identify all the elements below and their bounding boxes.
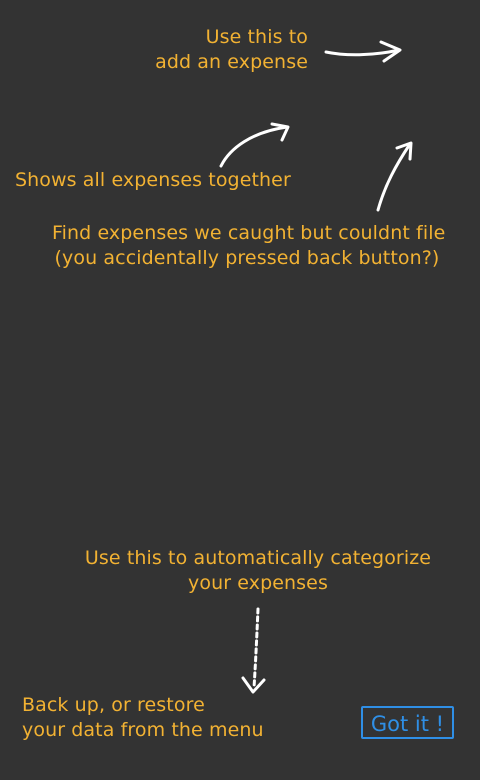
categorize-hint: Use this to automatically categorize you… — [82, 546, 434, 596]
backup-hint-line1: Back up, or restore — [22, 694, 205, 716]
all-expenses-hint: Shows all expenses together — [15, 168, 291, 193]
unfiled-expenses-hint-line2: (you accidentally pressed back button?) — [54, 247, 440, 269]
add-expense-hint: Use this to add an expense — [150, 25, 308, 75]
add-expense-hint-line1: Use this to — [205, 26, 308, 48]
backup-hint: Back up, or restore your data from the m… — [22, 693, 264, 743]
add-expense-arrow — [324, 40, 402, 63]
unfiled-expenses-arrow — [376, 141, 413, 212]
unfiled-expenses-hint: Find expenses we caught but couldnt file… — [52, 221, 446, 271]
categorize-arrow — [241, 607, 266, 694]
backup-hint-line2: your data from the menu — [22, 719, 264, 741]
got-it-button[interactable]: Got it ! — [361, 706, 454, 739]
arrow-right-icon — [219, 40, 413, 694]
categorize-hint-line2: your expenses — [188, 572, 328, 594]
categorize-hint-line1: Use this to automatically categorize — [84, 547, 432, 569]
add-expense-hint-line2: add an expense — [155, 51, 308, 73]
unfiled-expenses-hint-line1: Find expenses we caught but couldnt file — [52, 222, 446, 244]
all-expenses-hint-line1: Shows all expenses together — [15, 169, 291, 191]
all-expenses-arrow — [219, 122, 290, 168]
